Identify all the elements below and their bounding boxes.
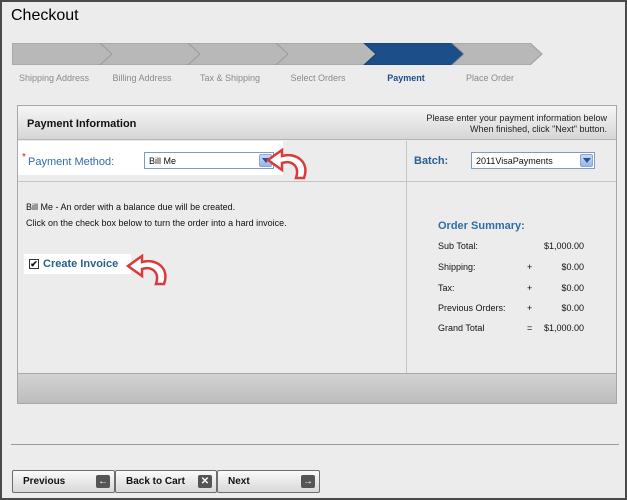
next-button[interactable]: Next →: [217, 470, 320, 493]
back-to-cart-button[interactable]: Back to Cart ✕: [115, 470, 217, 493]
panel-hint-line2: When finished, click "Next" button.: [470, 124, 607, 134]
panel-hint: Please enter your payment information be…: [426, 113, 607, 135]
summary-label: Tax:: [438, 283, 455, 293]
summary-label: Grand Total: [438, 323, 485, 333]
panel-title: Payment Information: [27, 118, 137, 130]
checkout-progress: [12, 43, 572, 65]
step-label-place-order: Place Order: [465, 73, 515, 83]
summary-operator: +: [527, 283, 533, 293]
summary-label: Shipping:: [438, 262, 476, 272]
step-label-billing-address: Billing Address: [112, 73, 172, 83]
previous-button[interactable]: Previous ←: [12, 470, 115, 493]
payment-method-select[interactable]: Bill Me: [144, 152, 274, 169]
annotation-curl-arrow-icon: [126, 254, 167, 286]
step-chevron-shipping-address: [12, 43, 113, 65]
batch-label: Batch:: [414, 155, 449, 167]
step-label-tax-shipping: Tax & Shipping: [199, 73, 261, 83]
step-chevron-billing-address: [99, 43, 201, 65]
summary-value: $0.00: [561, 303, 584, 313]
summary-operator: +: [527, 303, 533, 313]
order-summary-title: Order Summary:: [438, 220, 525, 232]
create-invoice-label[interactable]: Create Invoice: [43, 258, 118, 270]
footer-divider: [11, 444, 619, 445]
required-marker: *: [22, 152, 26, 163]
payment-panel: Payment Information Please enter your pa…: [17, 105, 617, 404]
annotation-curl-arrow-icon: [266, 148, 307, 180]
arrow-right-icon: →: [301, 475, 315, 488]
payment-method-label: Payment Method:: [28, 156, 115, 168]
summary-value: $0.00: [561, 262, 584, 272]
progress-chevrons: [12, 43, 543, 65]
step-label-shipping-address: Shipping Address: [18, 73, 90, 83]
description-line1: Bill Me - An order with a balance due wi…: [26, 202, 236, 212]
step-chevron-payment: [363, 43, 465, 65]
description-line2: Click on the check box below to turn the…: [26, 218, 287, 228]
step-chevron-tax-shipping: [187, 43, 289, 65]
step-label-payment: Payment: [387, 73, 425, 83]
next-button-label: Next: [228, 476, 250, 487]
step-chevron-place-order: [451, 43, 543, 65]
summary-value: $0.00: [561, 283, 584, 293]
close-icon: ✕: [198, 475, 212, 488]
summary-label: Previous Orders:: [438, 303, 506, 313]
payment-method-value: Bill Me: [149, 156, 177, 166]
summary-operator: +: [527, 262, 533, 272]
create-invoice-checkbox[interactable]: ✔: [29, 259, 39, 269]
summary-value: $1,000.00: [543, 241, 584, 251]
summary-value: $1,000.00: [543, 323, 584, 333]
previous-button-label: Previous: [23, 476, 66, 487]
summary-operator: =: [527, 323, 533, 333]
panel-header: Payment Information Please enter your pa…: [18, 106, 616, 140]
batch-value: 2011VisaPayments: [476, 156, 553, 166]
checkout-window: Checkout Shipping Address Billing Addres…: [0, 0, 627, 500]
batch-select[interactable]: 2011VisaPayments: [471, 152, 595, 169]
arrow-left-icon: ←: [96, 475, 110, 488]
step-chevron-select-orders: [275, 43, 377, 65]
panel-hint-line1: Please enter your payment information be…: [426, 113, 607, 123]
back-to-cart-button-label: Back to Cart: [126, 476, 185, 487]
summary-label: Sub Total:: [438, 241, 478, 251]
chevron-down-icon[interactable]: [580, 154, 593, 167]
step-label-select-orders: Select Orders: [290, 73, 346, 83]
page-title: Checkout: [11, 7, 79, 24]
panel-footer-bar: [18, 373, 616, 403]
column-divider: [406, 141, 407, 373]
